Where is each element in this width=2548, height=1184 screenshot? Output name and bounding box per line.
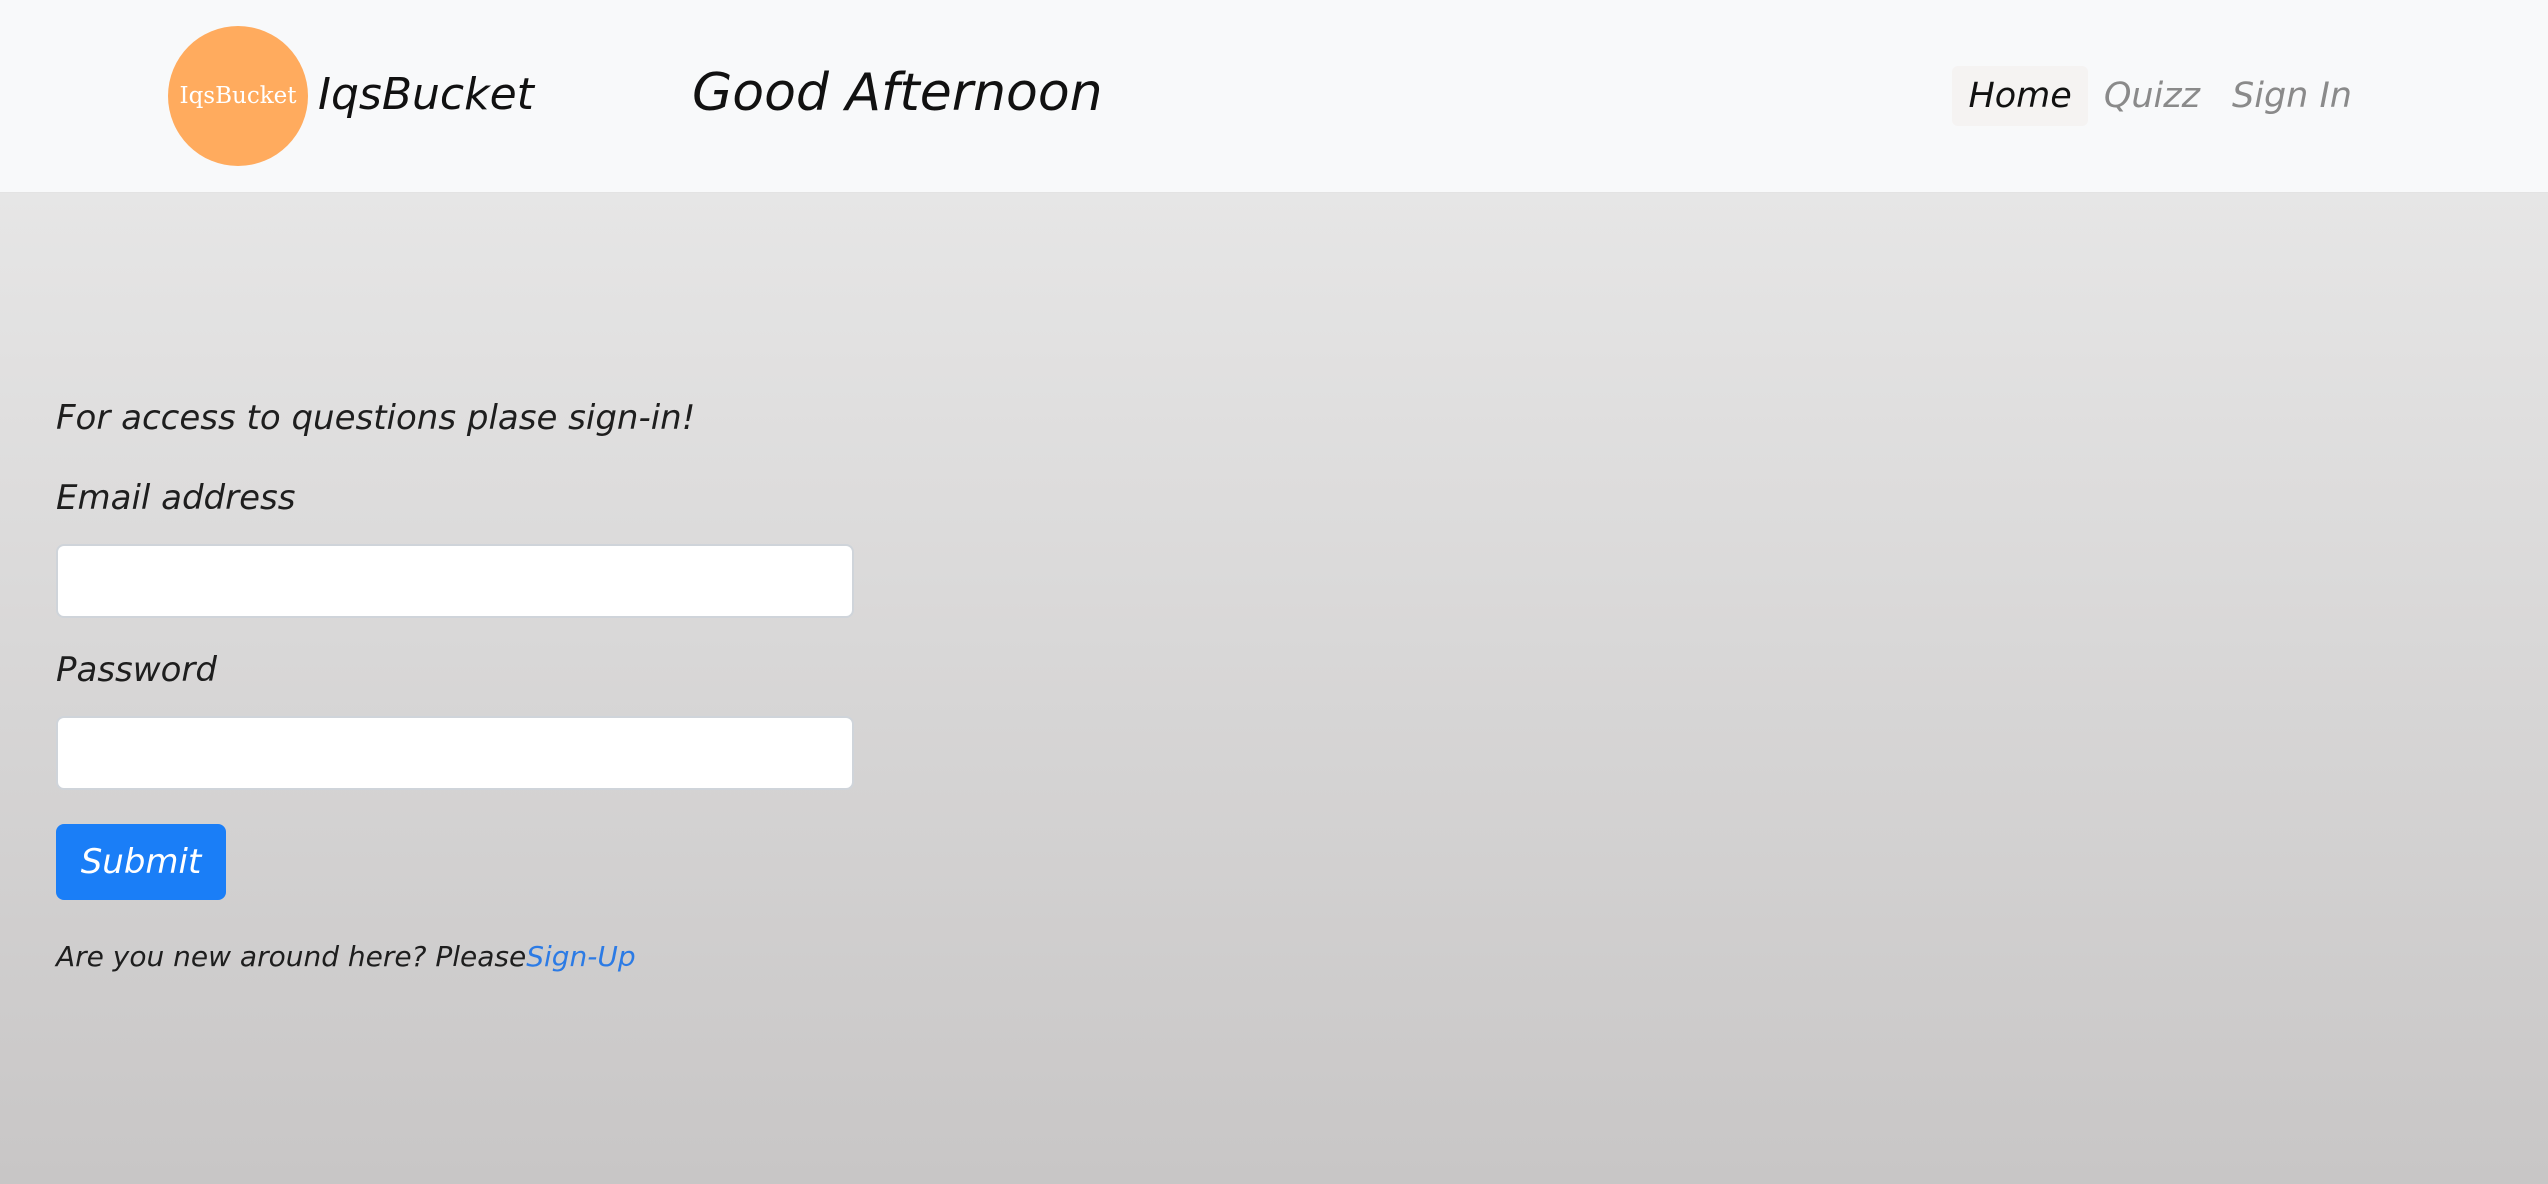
signup-prompt: Are you new around here? PleaseSign-Up [56,940,636,973]
password-input[interactable] [56,716,854,790]
logo-text: IqsBucket [179,83,297,109]
signup-prompt-text: Are you new around here? Please [56,940,527,973]
nav-sign-in[interactable]: Sign In [2216,66,2368,126]
signup-link[interactable]: Sign-Up [526,940,635,973]
nav-quizz[interactable]: Quizz [2088,66,2216,126]
submit-button[interactable]: Submit [56,824,226,900]
navbar: IqsBucket IqsBucket Good Afternoon Home … [0,0,2548,193]
password-label: Password [56,650,217,690]
greeting-text: Good Afternoon [692,63,1103,123]
logo[interactable]: IqsBucket [168,26,308,166]
email-label: Email address [56,478,296,518]
brand-name[interactable]: IqsBucket [318,60,534,130]
nav-links: Home Quizz Sign In [1952,62,2368,130]
nav-home[interactable]: Home [1952,66,2088,126]
signin-intro: For access to questions plase sign-in! [56,398,696,438]
email-input[interactable] [56,544,854,618]
page: IqsBucket IqsBucket Good Afternoon Home … [0,0,2548,1184]
